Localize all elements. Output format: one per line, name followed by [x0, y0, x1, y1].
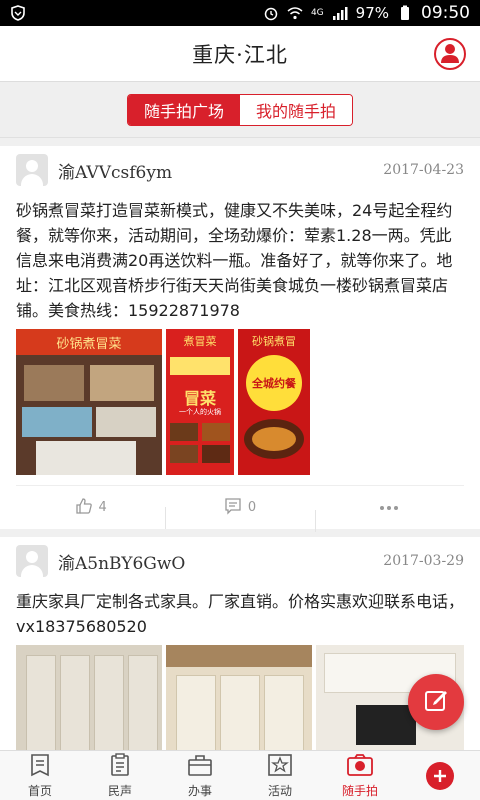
page-title: 重庆·江北	[192, 42, 288, 67]
post-image[interactable]: 砂锅煮冒菜	[16, 329, 162, 475]
alarm-icon	[263, 5, 279, 21]
image-sign-text: 砂锅煮冒菜	[56, 336, 122, 352]
user-profile-icon	[438, 40, 462, 68]
nav-add[interactable]	[400, 751, 480, 800]
username[interactable]: 渝A5nBY6GwO	[58, 549, 185, 574]
more-button[interactable]	[314, 500, 464, 532]
post-date: 2017-03-29	[383, 553, 464, 569]
plus-icon	[426, 761, 454, 790]
nav-label: 随手拍	[341, 783, 378, 798]
compose-fab-button[interactable]	[408, 674, 464, 730]
post-header: 渝A5nBY6GwO 2017-03-29	[16, 537, 464, 585]
post-feed[interactable]: 渝AVVcsf6ym 2017-04-23 砂锅煮冒菜打造冒菜新模式，健康又不失…	[0, 138, 480, 750]
camera-icon	[346, 753, 374, 780]
nav-affairs[interactable]: 办事	[160, 751, 240, 800]
battery-percent: 97%	[355, 4, 389, 22]
post-header: 渝AVVcsf6ym 2017-04-23	[16, 146, 464, 194]
clipboard-icon	[108, 752, 132, 780]
tab-bar: 随手拍广场 我的随手拍	[0, 82, 480, 138]
post-card[interactable]: 渝AVVcsf6ym 2017-04-23 砂锅煮冒菜打造冒菜新模式，健康又不失…	[0, 146, 480, 532]
tab-mine[interactable]: 我的随手拍	[240, 94, 352, 125]
battery-icon	[397, 5, 413, 21]
post-actions: 4 0	[16, 485, 464, 532]
post-image[interactable]: 煮冒菜 冒菜 一个人的火锅	[166, 329, 234, 475]
post-image[interactable]	[16, 645, 162, 750]
profile-button[interactable]	[434, 38, 466, 70]
bottom-nav: 首页 民声 办事 活动 随手拍	[0, 750, 480, 800]
post-text[interactable]: 砂锅煮冒菜打造冒菜新模式，健康又不失美味，24号起全程约餐，就等你来，活动期间，…	[16, 194, 464, 329]
nav-home[interactable]: 首页	[0, 751, 80, 800]
image-title-text: 冒菜	[183, 389, 216, 408]
post-images: 砂锅煮冒菜 煮冒菜 冒菜 一个人的火锅 砂锅煮冒 全城约餐	[16, 329, 464, 485]
shield-icon	[10, 5, 26, 21]
nav-label: 活动	[267, 783, 292, 798]
like-count: 4	[98, 500, 107, 515]
wifi-icon	[287, 5, 303, 21]
briefcase-icon	[187, 753, 213, 780]
nav-label: 首页	[27, 783, 52, 798]
thumbs-up-icon	[75, 497, 93, 519]
network-type: 4G	[310, 8, 324, 18]
star-icon	[267, 753, 293, 780]
more-dots-icon	[379, 500, 399, 515]
nav-voice[interactable]: 民声	[80, 751, 160, 800]
app-header: 重庆·江北	[0, 26, 480, 82]
post-image[interactable]	[166, 645, 312, 750]
avatar[interactable]	[16, 545, 48, 577]
comment-button[interactable]: 0	[165, 497, 314, 529]
post-date: 2017-04-23	[383, 162, 464, 178]
signal-icon	[332, 5, 348, 21]
avatar[interactable]	[16, 154, 48, 186]
post-card[interactable]: 渝A5nBY6GwO 2017-03-29 重庆家具厂定制各式家具。厂家直销。价…	[0, 537, 480, 750]
post-image[interactable]: 砂锅煮冒 全城约餐	[238, 329, 310, 475]
nav-label: 民声	[107, 783, 132, 798]
post-images	[16, 645, 464, 750]
nav-label: 办事	[187, 783, 212, 798]
comment-count: 0	[247, 500, 257, 515]
tab-square[interactable]: 随手拍广场	[128, 94, 240, 125]
comment-icon	[224, 497, 242, 519]
nav-snapshot[interactable]: 随手拍	[320, 751, 400, 800]
post-text[interactable]: 重庆家具厂定制各式家具。厂家直销。价格实惠欢迎联系电话，vx1837568052…	[16, 585, 464, 645]
clock-time: 09:50	[421, 3, 470, 23]
edit-icon	[423, 687, 449, 717]
like-button[interactable]: 4	[16, 497, 165, 519]
home-doc-icon	[28, 753, 52, 780]
post-user[interactable]: 渝AVVcsf6ym	[16, 154, 172, 186]
username[interactable]: 渝AVVcsf6ym	[58, 158, 172, 183]
image-badge-text: 全城约餐	[252, 377, 296, 390]
image-sign-text: 煮冒菜	[183, 335, 217, 348]
nav-activities[interactable]: 活动	[240, 751, 320, 800]
image-sign-text: 砂锅煮冒	[252, 335, 296, 348]
post-user[interactable]: 渝A5nBY6GwO	[16, 545, 185, 577]
segmented-control: 随手拍广场 我的随手拍	[127, 93, 353, 126]
status-bar: 4G 97% 09:50	[0, 0, 480, 26]
image-sub-text: 一个人的火锅	[179, 408, 221, 416]
